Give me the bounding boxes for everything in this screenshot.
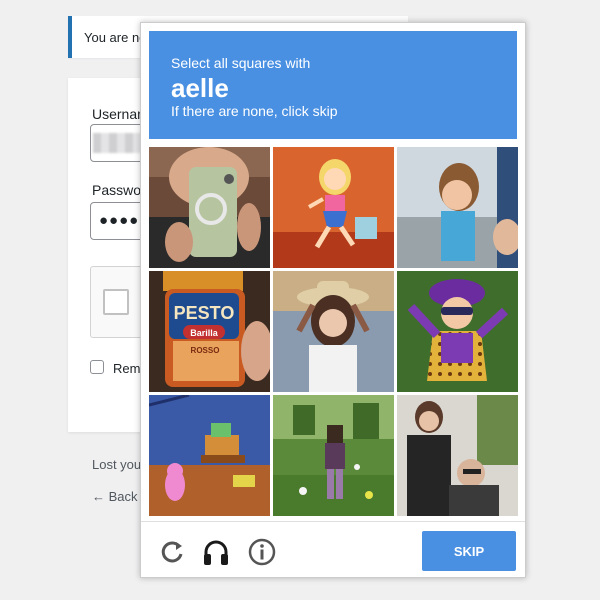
instruction-line-2: If there are none, click skip xyxy=(171,103,338,119)
captcha-tile-woman-phone-selfie[interactable] xyxy=(149,147,270,268)
notice-text: You are no xyxy=(84,30,147,45)
page: You are no Usernam Passwo ●●●●● Reme Los… xyxy=(0,0,600,600)
headphones-icon[interactable] xyxy=(201,537,231,567)
password-label: Passwo xyxy=(92,182,142,198)
captcha-dialog: Select all squares with aelle If there a… xyxy=(140,22,526,578)
recaptcha-checkbox[interactable] xyxy=(103,289,129,315)
captcha-tile-pesto-jar[interactable]: PESTO Barilla ROSSO xyxy=(149,271,270,392)
captcha-tile-little-girl-outdoors[interactable] xyxy=(397,147,518,268)
captcha-header: Select all squares with aelle If there a… xyxy=(149,31,517,139)
captcha-grid: PESTO Barilla ROSSO xyxy=(149,147,519,517)
lost-password-link[interactable]: Lost you xyxy=(92,457,141,472)
reload-icon[interactable] xyxy=(157,537,187,567)
skip-button[interactable]: SKIP xyxy=(422,531,516,571)
instruction-line-1: Select all squares with xyxy=(171,55,311,71)
captcha-tile-cartoon-room-computer[interactable] xyxy=(149,395,270,516)
pesto-variety-text: ROSSO xyxy=(191,346,220,355)
captcha-tile-minecraft-character[interactable] xyxy=(273,395,394,516)
captcha-tile-purple-cartoon-character[interactable] xyxy=(397,271,518,392)
blurred-username xyxy=(93,133,141,153)
pesto-brand-text: PESTO xyxy=(174,303,235,323)
captcha-footer-divider xyxy=(141,521,525,522)
remember-checkbox[interactable] xyxy=(90,360,104,374)
captcha-tile-woman-cowboy-hat[interactable] xyxy=(273,271,394,392)
pesto-sub-text: Barilla xyxy=(190,328,219,338)
info-icon[interactable] xyxy=(247,537,277,567)
captcha-tile-cartoon-girl-dress[interactable] xyxy=(273,147,394,268)
target-word: aelle xyxy=(171,73,229,103)
back-link[interactable]: ← Back t xyxy=(92,489,145,504)
captcha-tile-women-in-coats[interactable] xyxy=(397,395,518,516)
